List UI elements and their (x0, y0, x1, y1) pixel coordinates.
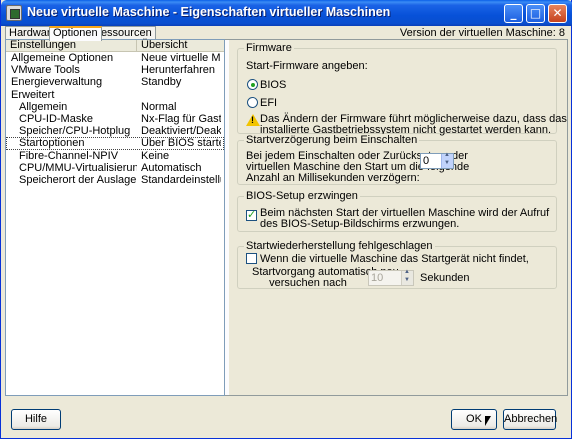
boot-delay-line3: Anzahl an Millisekunden verzögern: (246, 172, 420, 184)
list-item-name: Speicher/CPU-Hotplug (19, 125, 131, 138)
boot-delay-group: Startverzögerung beim Einschalten Bei je… (237, 134, 557, 185)
minimize-icon[interactable]: _ (504, 4, 523, 23)
cancel-button[interactable]: Abbrechen (503, 409, 557, 430)
list-item-value: Standby (141, 76, 182, 89)
list-header: Einstellungen Übersicht (6, 40, 224, 52)
boot-delay-stepper[interactable]: 0 (420, 152, 454, 169)
boot-options-panel: Firmware Start-Firmware angeben: BIOS EF… (229, 40, 567, 395)
list-item-name: Startoptionen (19, 137, 85, 150)
header-summary[interactable]: Übersicht (137, 40, 187, 51)
list-item[interactable]: Allgemeine Optionen Neue virtuelle Mas..… (6, 52, 224, 64)
list-item-value: Deaktiviert/Deaktiv... (141, 125, 221, 138)
firmware-group: Firmware Start-Firmware angeben: BIOS EF… (237, 42, 567, 136)
list-item[interactable]: Speicher/CPU-Hotplug Deaktiviert/Deaktiv… (6, 125, 224, 137)
retry-after-line2: versuchen nach (269, 277, 347, 289)
list-item-value: Nx-Flag für Gast ei... (141, 112, 221, 125)
list-item-value: Keine (141, 149, 170, 162)
settings-list[interactable]: Einstellungen Übersicht Allgemeine Optio… (5, 39, 225, 396)
list-item-name: Speicherort der Auslagerungsd... (19, 173, 137, 186)
firmware-prompt: Start-Firmware angeben: (246, 60, 368, 72)
retry-boot-label[interactable]: Wenn die virtuelle Maschine das Startger… (260, 253, 529, 265)
list-item[interactable]: Fibre-Channel-NPIV Keine (6, 150, 224, 162)
force-bios-setup-checkbox[interactable] (246, 208, 257, 221)
maximize-icon[interactable]: □ (526, 4, 545, 23)
list-item[interactable]: Allgemein Normal (6, 101, 224, 113)
boot-delay-value[interactable]: 0 (423, 155, 429, 167)
list-item[interactable]: VMware Tools Herunterfahren (6, 64, 224, 76)
header-settings[interactable]: Einstellungen (6, 40, 137, 51)
retry-boot-checkbox[interactable] (246, 253, 257, 264)
list-item[interactable]: Speicherort der Auslagerungsd... Standar… (6, 174, 224, 186)
list-item-name: CPU/MMU-Virtualisierung (19, 161, 137, 174)
retry-delay-unit: Sekunden (420, 272, 470, 284)
vm-version-label: Version der virtuellen Maschine: 8 (399, 27, 565, 39)
bios-radio[interactable] (247, 79, 258, 90)
list-item-name: CPU-ID-Maske (19, 112, 93, 125)
help-button[interactable]: Hilfe (11, 409, 61, 430)
bios-setup-line2[interactable]: des BIOS-Setup-Bildschirms erzwungen. (260, 218, 459, 230)
boot-delay-legend: Startverzögerung beim Einschalten (244, 134, 420, 146)
list-item-name: Fibre-Channel-NPIV (19, 149, 119, 162)
boot-recovery-legend: Startwiederherstellung fehlgeschlagen (244, 240, 435, 252)
list-item-value: Standardeinstellun... (141, 173, 221, 186)
list-item-name: Erweitert (11, 88, 55, 101)
bios-setup-group: BIOS-Setup erzwingen Beim nächsten Start… (237, 190, 557, 232)
bios-label[interactable]: BIOS (260, 79, 286, 91)
list-item-value: Neue virtuelle Mas... (141, 52, 221, 64)
efi-radio[interactable] (247, 97, 258, 108)
list-item-selected[interactable]: Startoptionen Über BIOS starten (6, 137, 224, 150)
retry-delay-value[interactable]: 10 (371, 272, 383, 284)
list-item-value: Herunterfahren (141, 64, 215, 77)
efi-label[interactable]: EFI (260, 97, 277, 109)
list-item[interactable]: CPU/MMU-Virtualisierung Automatisch (6, 162, 224, 174)
list-item[interactable]: Erweitert (6, 89, 224, 101)
close-icon[interactable]: ✕ (548, 4, 567, 23)
spin-arrows-icon[interactable] (441, 152, 453, 168)
title-bar[interactable]: Neue virtuelle Maschine - Eigenschaften … (1, 0, 572, 26)
list-item-value: Normal (141, 100, 177, 113)
firmware-legend: Firmware (244, 42, 294, 54)
spin-arrows-icon[interactable] (401, 269, 413, 285)
list-item[interactable]: CPU-ID-Maske Nx-Flag für Gast ei... (6, 113, 224, 125)
list-item[interactable]: Energieverwaltung Standby (6, 76, 224, 88)
list-item-name: Energieverwaltung (11, 76, 103, 89)
bios-setup-legend: BIOS-Setup erzwingen (244, 190, 360, 202)
list-item-name: Allgemein (19, 100, 68, 113)
list-item-name: VMware Tools (11, 64, 80, 77)
list-item-name: Allgemeine Optionen (11, 52, 114, 64)
boot-recovery-group: Startwiederherstellung fehlgeschlagen We… (237, 240, 557, 289)
list-item-value: Automatisch (141, 161, 202, 174)
window-title: Neue virtuelle Maschine - Eigenschaften … (27, 5, 391, 19)
warning-icon (246, 114, 260, 126)
list-item-value (137, 89, 221, 101)
tab-options[interactable]: Optionen (49, 26, 102, 41)
vm-icon (6, 5, 22, 21)
properties-dialog: Neue virtuelle Maschine - Eigenschaften … (0, 0, 572, 439)
mouse-pointer-icon (485, 416, 491, 426)
list-item-value: Über BIOS starten (141, 137, 221, 150)
retry-delay-stepper[interactable]: 10 (368, 269, 414, 286)
